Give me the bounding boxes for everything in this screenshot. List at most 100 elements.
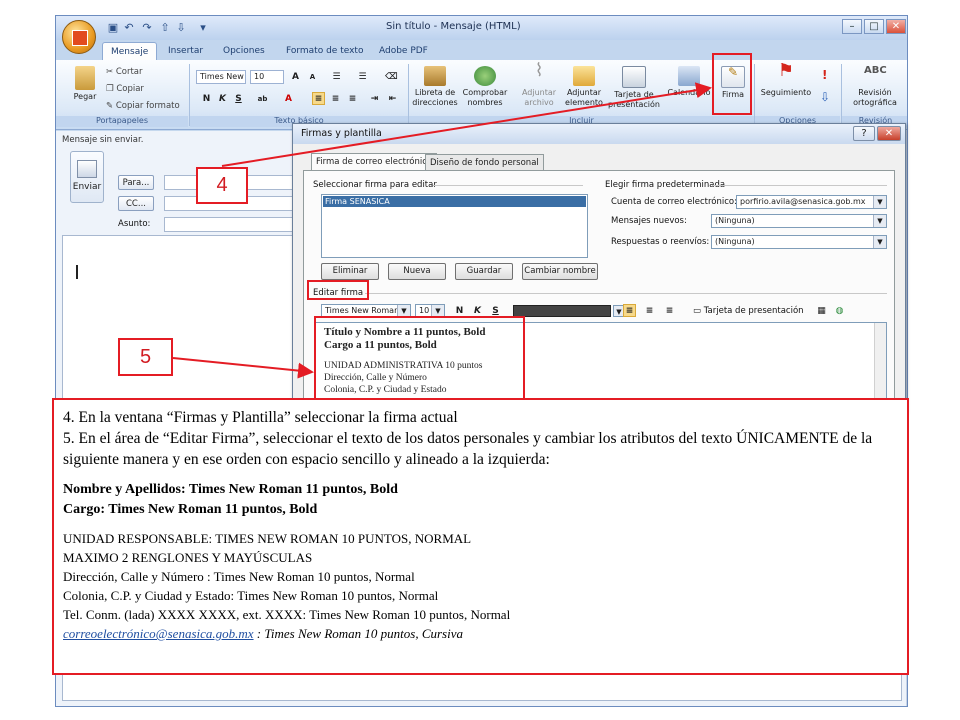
signature-list-item[interactable]: Firma SENASICA — [323, 196, 586, 207]
close-icon[interactable]: ✕ — [886, 19, 906, 34]
numbering-icon[interactable]: ☰ — [356, 70, 369, 83]
attach-item-button[interactable]: Adjuntar elemento — [561, 66, 607, 108]
tab-firma-correo[interactable]: Firma de correo electrónico — [311, 153, 438, 171]
maximize-icon[interactable]: □ — [864, 19, 884, 34]
text-caret — [76, 265, 78, 279]
high-importance-icon[interactable]: ! — [822, 68, 827, 82]
font-size-combo[interactable]: 10 — [250, 70, 284, 84]
dialog-help-icon[interactable]: ? — [853, 126, 875, 141]
delete-button[interactable]: Eliminar — [321, 263, 379, 280]
attach-file-label: Adjuntar archivo — [521, 88, 557, 107]
callout-step-4: 4 — [196, 167, 248, 204]
highlight-signature-text — [314, 316, 525, 402]
new-messages-combo[interactable]: (Ninguna) ▼ — [711, 214, 887, 228]
underline-icon[interactable]: S — [232, 92, 245, 105]
instruction-address-line: Dirección, Calle y Número : Times New Ro… — [63, 569, 415, 584]
copy-button[interactable]: ❐ Copiar — [106, 84, 144, 94]
send-button[interactable]: Enviar — [70, 151, 104, 203]
bold-icon[interactable]: N — [200, 92, 213, 105]
redo-icon[interactable]: ↷ — [140, 21, 154, 34]
business-card-button[interactable]: Tarjeta de presentación — [608, 66, 660, 110]
shrink-font-icon[interactable]: A — [306, 70, 319, 83]
business-card-label: Tarjeta de presentación — [608, 90, 660, 109]
down-arrow-icon[interactable]: ⇩ — [174, 21, 188, 34]
edit-business-card-button[interactable]: ▭ Tarjeta de presentación — [693, 306, 804, 316]
window-title: Sin título - Mensaje (HTML) — [386, 21, 521, 32]
font-color-icon[interactable]: A — [282, 92, 295, 105]
account-combo[interactable]: porfirio.avila@senasica.gob.mx ▼ — [736, 195, 887, 209]
cut-button[interactable]: ✂ Cortar — [106, 67, 143, 77]
italic-icon[interactable]: K — [216, 92, 229, 105]
check-names-label: Comprobar nombres — [462, 88, 508, 107]
check-names-button[interactable]: Comprobar nombres — [460, 66, 510, 108]
chevron-down-icon: ▼ — [873, 215, 886, 227]
customize-qat-icon[interactable]: ▾ — [196, 21, 210, 34]
font-name-combo[interactable]: Times New — [196, 70, 246, 84]
insert-picture-icon[interactable]: ▦ — [815, 304, 828, 317]
calendar-icon — [678, 66, 700, 86]
office-logo-icon — [72, 30, 88, 46]
up-arrow-icon[interactable]: ⇧ — [158, 21, 172, 34]
tab-formato-de-texto[interactable]: Formato de texto — [286, 42, 363, 60]
tab-adobe-pdf[interactable]: Adobe PDF — [379, 42, 428, 60]
tab-mensaje[interactable]: Mensaje — [102, 42, 158, 60]
email-suffix: : Times New Roman 10 puntos, Cursiva — [253, 626, 464, 641]
follow-up-button[interactable]: ⚑ Seguimiento — [758, 60, 814, 98]
spelling-button[interactable]: ABC Revisión ortográfica — [844, 66, 906, 108]
save-icon[interactable]: ▣ — [106, 21, 120, 34]
paste-button[interactable]: Pegar — [70, 66, 100, 102]
low-importance-icon[interactable]: ⇩ — [820, 90, 830, 104]
email-link[interactable]: correoelectrónico@senasica.gob.mx — [63, 626, 254, 641]
instruction-email-line: correoelectrónico@senasica.gob.mx : Time… — [63, 624, 898, 643]
outdent-icon[interactable]: ⇤ — [386, 92, 399, 105]
office-button[interactable] — [62, 20, 96, 54]
clear-format-icon[interactable]: ⌫ — [384, 70, 398, 83]
color-picker[interactable] — [513, 305, 611, 317]
copy-label: Copiar — [116, 84, 144, 94]
align-left-icon[interactable]: ≡ — [312, 92, 325, 105]
calendar-label: Calendario — [667, 88, 711, 97]
instruction-tel-line: Tel. Conm. (lada) XXXX XXXX, ext. XXXX: … — [63, 607, 511, 622]
signature-list[interactable]: Firma SENASICA — [321, 194, 588, 258]
calendar-button[interactable]: Calendario — [666, 66, 712, 98]
bullets-icon[interactable]: ☰ — [330, 70, 343, 83]
replies-combo[interactable]: (Ninguna) ▼ — [711, 235, 887, 249]
highlight-editar-firma — [307, 280, 369, 300]
subject-field[interactable] — [164, 217, 304, 232]
new-button[interactable]: Nueva — [388, 263, 446, 280]
insert-hyperlink-icon[interactable]: ◍ — [833, 304, 846, 317]
align-right-icon[interactable]: ≡ — [346, 92, 359, 105]
cc-button[interactable]: CC... — [118, 196, 154, 211]
flag-icon: ⚑ — [777, 60, 795, 81]
check-names-icon — [474, 66, 496, 86]
instruction-box: 4. En la ventana “Firmas y Plantilla” se… — [52, 398, 909, 675]
edit-align-center-icon[interactable]: ≡ — [643, 304, 656, 317]
edit-align-right-icon[interactable]: ≡ — [663, 304, 676, 317]
attach-file-button[interactable]: ⌇ Adjuntar archivo — [516, 62, 562, 108]
edit-business-card-label: Tarjeta de presentación — [703, 306, 804, 316]
address-book-label: Libreta de direcciones — [412, 88, 458, 107]
spelling-abc-icon: ABC — [864, 65, 887, 76]
align-center-icon[interactable]: ≡ — [329, 92, 342, 105]
dialog-close-icon[interactable]: ✕ — [877, 126, 901, 141]
to-button[interactable]: Para... — [118, 175, 154, 190]
instruction-max-line: MAXIMO 2 RENGLONES Y MAYÚSCULAS — [63, 550, 313, 565]
tab-opciones[interactable]: Opciones — [223, 42, 265, 60]
business-card-icon: ▭ — [693, 306, 702, 316]
undo-icon[interactable]: ↶ — [122, 21, 136, 34]
save-button[interactable]: Guardar — [455, 263, 513, 280]
grow-font-icon[interactable]: A — [289, 70, 302, 83]
divider — [433, 185, 583, 186]
indent-icon[interactable]: ⇥ — [368, 92, 381, 105]
tab-insertar[interactable]: Insertar — [168, 42, 203, 60]
address-book-button[interactable]: Libreta de direcciones — [412, 66, 458, 108]
instruction-name-line: Nombre y Apellidos: Times New Roman 11 p… — [63, 482, 398, 497]
edit-align-left-icon[interactable]: ≡ — [623, 304, 636, 317]
highlight-icon[interactable]: ab — [256, 92, 269, 105]
minimize-icon[interactable]: – — [842, 19, 862, 34]
rename-button[interactable]: Cambiar nombre — [522, 263, 598, 280]
tab-diseno-fondo[interactable]: Diseño de fondo personal — [425, 154, 544, 171]
spelling-label: Revisión ortográfica — [853, 88, 897, 107]
copy-icon: ❐ — [106, 84, 114, 94]
format-painter-button[interactable]: ✎ Copiar formato — [106, 101, 180, 111]
